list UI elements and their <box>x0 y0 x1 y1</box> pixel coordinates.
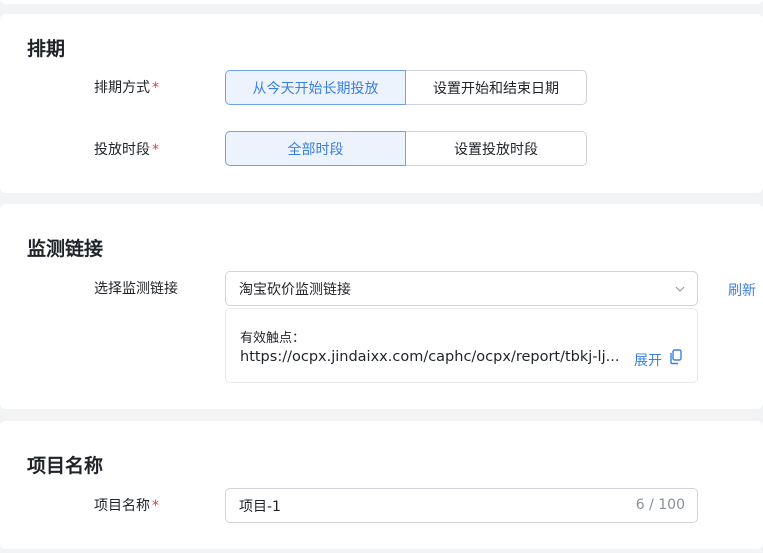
expand-link[interactable]: 展开 <box>634 350 662 370</box>
previous-card-edge <box>0 0 763 4</box>
project-name-label-text: 项目名称 <box>94 498 150 514</box>
option-all-periods-button[interactable]: 全部时段 <box>225 131 406 166</box>
monitor-link-select-value: 淘宝砍价监测链接 <box>239 281 351 298</box>
chevron-down-icon <box>675 286 685 292</box>
required-mark: * <box>152 80 159 96</box>
schedule-period-label-text: 投放时段 <box>94 142 150 158</box>
monitor-link-card: 监测链接 选择监测链接 淘宝砍价监测链接 刷新 有效触点： https://oc… <box>0 204 763 409</box>
refresh-link[interactable]: 刷新 <box>728 280 756 300</box>
project-name-input[interactable]: 项目-1 6 / 100 <box>225 488 698 523</box>
schedule-card: 排期 排期方式 * 从今天开始长期投放 设置开始和结束日期 投放时段 * 全部时段 … <box>0 14 763 193</box>
project-name-card: 项目名称 项目名称 * 项目-1 6 / 100 <box>0 421 763 549</box>
required-mark: * <box>152 498 159 514</box>
schedule-section-title: 排期 <box>27 38 66 60</box>
project-name-value: 项目-1 <box>239 498 281 515</box>
monitor-link-select[interactable]: 淘宝砍价监测链接 <box>225 271 698 306</box>
project-name-label: 项目名称 * <box>94 496 159 516</box>
touchpoint-url: https://ocpx.jindaixx.com/caphc/ocpx/rep… <box>240 349 620 365</box>
schedule-period-segmented: 全部时段 设置投放时段 <box>225 131 587 166</box>
monitor-select-label: 选择监测链接 <box>94 281 178 297</box>
option-date-range-button[interactable]: 设置开始和结束日期 <box>406 70 587 105</box>
option-long-term-button[interactable]: 从今天开始长期投放 <box>225 70 406 105</box>
char-counter: 6 / 100 <box>635 497 685 513</box>
monitor-section-title: 监测链接 <box>27 238 104 260</box>
schedule-period-label: 投放时段 * <box>94 140 159 160</box>
schedule-method-label: 排期方式 * <box>94 78 159 98</box>
schedule-method-label-text: 排期方式 <box>94 80 150 96</box>
schedule-method-segmented: 从今天开始长期投放 设置开始和结束日期 <box>225 70 587 105</box>
touchpoint-title: 有效触点： <box>240 331 306 346</box>
effective-touchpoint-box: 有效触点： https://ocpx.jindaixx.com/caphc/oc… <box>225 308 698 383</box>
required-mark: * <box>152 142 159 158</box>
option-set-periods-button[interactable]: 设置投放时段 <box>406 131 587 166</box>
project-section-title: 项目名称 <box>27 455 104 477</box>
copy-icon[interactable] <box>669 349 683 365</box>
